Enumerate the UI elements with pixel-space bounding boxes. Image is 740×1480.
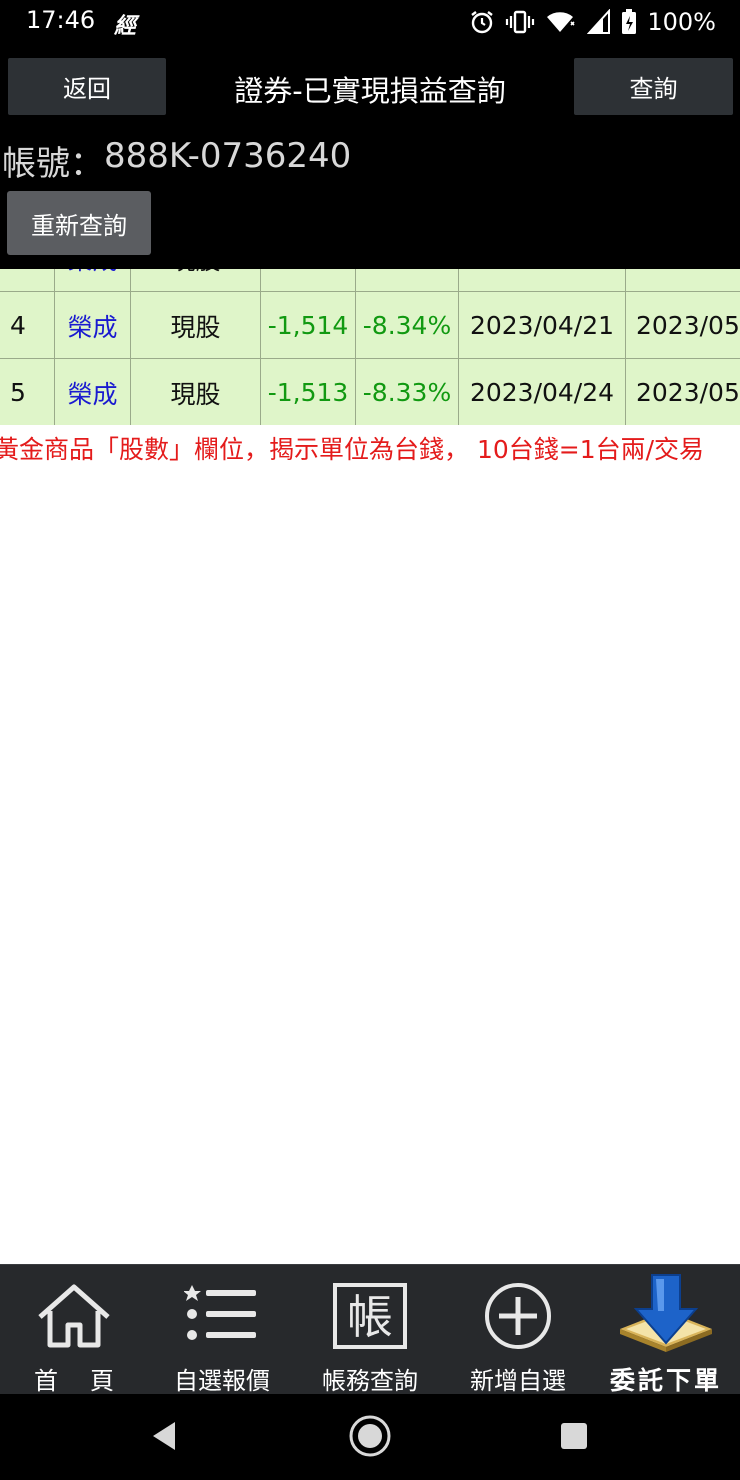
row-index: 4 bbox=[0, 292, 55, 359]
profit-loss: -1,514 bbox=[261, 292, 356, 359]
plus-circle-icon bbox=[444, 1283, 592, 1351]
tab-place-order[interactable]: 委託下單 bbox=[592, 1265, 740, 1395]
tab-label: 帳務查詢 bbox=[322, 1367, 418, 1395]
query-button[interactable]: 查詢 bbox=[574, 58, 733, 115]
svg-text:帳: 帳 bbox=[347, 1290, 393, 1344]
back-button[interactable]: 返回 bbox=[8, 58, 166, 115]
status-time: 17:46 bbox=[26, 6, 96, 34]
tab-label: 委託下單 bbox=[609, 1366, 722, 1395]
row-index: 5 bbox=[0, 359, 55, 425]
sell-date: 2023/05 bbox=[636, 378, 740, 407]
app-header: 返回 證券-已實現損益查詢 查詢 帳號： 888K-0736240 重新查詢 bbox=[0, 44, 740, 269]
wifi-icon bbox=[545, 9, 577, 35]
requery-button[interactable]: 重新查詢 bbox=[7, 191, 151, 255]
account-icon: 帳 bbox=[296, 1283, 444, 1351]
gold-unit-notice: 黃金商品「股數」欄位，揭示單位為台錢， 10台錢=1台兩/交易 bbox=[0, 435, 705, 464]
profit-loss: -1,513 bbox=[261, 359, 356, 425]
tab-add-watchlist[interactable]: 新增自選 bbox=[444, 1265, 592, 1395]
trade-type: 現股 bbox=[131, 269, 261, 292]
app-notification-icon: 經 bbox=[114, 14, 137, 39]
results-table[interactable]: 榮成 現股 4 榮成 現股 -1,514 -8.34% 2023/04/21 2… bbox=[0, 269, 740, 425]
home-icon bbox=[0, 1283, 148, 1351]
buy-date: 2023/04/24 bbox=[459, 359, 626, 425]
system-navigation-bar bbox=[0, 1394, 740, 1480]
vibrate-icon bbox=[505, 9, 535, 35]
battery-percent: 100% bbox=[647, 8, 716, 36]
return-rate bbox=[356, 269, 459, 292]
status-bar: 17:46 經 100% bbox=[0, 0, 740, 44]
tab-account-query[interactable]: 帳 帳務查詢 bbox=[296, 1265, 444, 1395]
table-row[interactable]: 5 榮成 現股 -1,513 -8.33% 2023/04/24 2023/05 bbox=[0, 359, 740, 425]
account-number: 888K-0736240 bbox=[104, 136, 352, 176]
account-info: 帳號： 888K-0736240 bbox=[2, 136, 351, 185]
status-icons: 100% bbox=[469, 6, 716, 38]
alarm-icon bbox=[469, 9, 495, 35]
row-index bbox=[0, 269, 55, 292]
order-arrow-icon bbox=[592, 1273, 740, 1353]
signal-icon bbox=[587, 9, 611, 35]
stock-name[interactable]: 榮成 bbox=[55, 359, 131, 425]
sell-date: 2023/05 bbox=[636, 311, 740, 340]
stock-name[interactable]: 榮成 bbox=[55, 292, 131, 359]
buy-date: 2023/04/21 bbox=[459, 292, 626, 359]
table-row[interactable]: 4 榮成 現股 -1,514 -8.34% 2023/04/21 2023/05 bbox=[0, 292, 740, 359]
battery-icon bbox=[621, 9, 637, 35]
profit-loss bbox=[261, 269, 356, 292]
return-rate: -8.33% bbox=[356, 359, 459, 425]
return-rate: -8.34% bbox=[356, 292, 459, 359]
tab-label: 新增自選 bbox=[470, 1367, 566, 1395]
bottom-tab-bar: 首頁 自選報價 帳 帳務查詢 新增自選 委託下單 bbox=[0, 1264, 740, 1395]
list-icon bbox=[148, 1283, 296, 1351]
account-label: 帳號： bbox=[2, 144, 104, 184]
tab-label: 自選報價 bbox=[174, 1367, 270, 1395]
nav-recents-icon[interactable] bbox=[552, 1414, 596, 1458]
nav-home-icon[interactable] bbox=[348, 1414, 392, 1458]
tab-home[interactable]: 首頁 bbox=[0, 1265, 148, 1395]
buy-date bbox=[459, 269, 626, 292]
trade-type: 現股 bbox=[131, 359, 261, 425]
trade-type: 現股 bbox=[131, 292, 261, 359]
stock-name[interactable]: 榮成 bbox=[55, 269, 131, 292]
table-row[interactable]: 榮成 現股 bbox=[0, 269, 740, 292]
nav-back-icon[interactable] bbox=[142, 1414, 186, 1458]
page-title: 證券-已實現損益查詢 bbox=[234, 74, 506, 108]
tab-label: 首頁 bbox=[34, 1367, 146, 1395]
tab-watchlist[interactable]: 自選報價 bbox=[148, 1265, 296, 1395]
sell-date bbox=[626, 269, 740, 292]
